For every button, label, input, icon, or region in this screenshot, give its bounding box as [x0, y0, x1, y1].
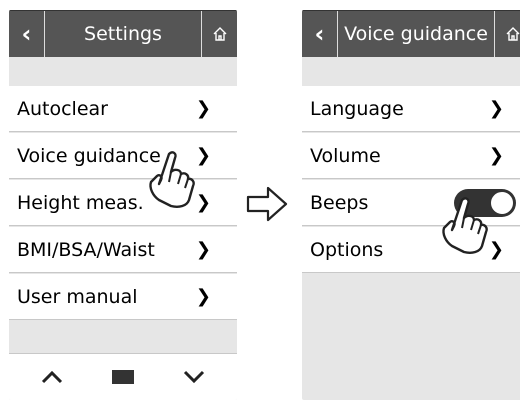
pointing-hand-icon	[442, 197, 488, 254]
menu-item-label: Beeps	[310, 191, 369, 214]
menu-item-height-meas[interactable]: Height meas. ❯	[9, 180, 237, 226]
chevron-down-icon	[184, 370, 205, 384]
chevron-left-icon: ‹	[314, 20, 325, 48]
menu-item-label: BMI/BSA/Waist	[17, 238, 155, 261]
home-button[interactable]	[201, 11, 237, 57]
back-button[interactable]: ‹	[9, 11, 45, 57]
menu-item-label: User manual	[17, 285, 138, 308]
scroll-up-button[interactable]	[27, 357, 77, 397]
menu-item-volume[interactable]: Volume ❯	[302, 133, 520, 179]
chevron-right-icon: ❯	[488, 145, 504, 166]
chevron-right-icon: ❯	[195, 98, 211, 119]
chevron-left-icon: ‹	[21, 20, 32, 48]
menu-item-voice-guidance[interactable]: Voice guidance ❯	[9, 133, 237, 179]
menu-item-language[interactable]: Language ❯	[302, 86, 520, 132]
title-bar: ‹ Settings	[9, 10, 237, 57]
settings-menu: Autoclear ❯ Voice guidance ❯ Height meas…	[9, 86, 237, 321]
chevron-up-icon	[41, 370, 62, 384]
settings-screen: ‹ Settings Autoclear ❯ Voice guidance ❯ …	[9, 10, 237, 400]
home-icon	[213, 27, 226, 41]
arrow-right-icon	[246, 186, 288, 222]
menu-item-autoclear[interactable]: Autoclear ❯	[9, 86, 237, 132]
menu-item-label: Autoclear	[17, 97, 108, 120]
home-button[interactable]	[494, 11, 520, 57]
chevron-right-icon: ❯	[488, 98, 504, 119]
title-bar: ‹ Voice guidance	[302, 10, 520, 57]
menu-item-label: Height meas.	[17, 191, 144, 214]
pagination-bar	[9, 353, 237, 400]
back-button[interactable]: ‹	[302, 11, 338, 57]
home-icon	[506, 27, 519, 41]
page-title: Voice guidance	[344, 23, 488, 45]
chevron-right-icon: ❯	[195, 239, 211, 260]
menu-item-label: Language	[310, 97, 404, 120]
menu-item-label: Voice guidance	[17, 144, 161, 167]
menu-item-label: Options	[310, 238, 384, 261]
menu-item-label: Volume	[310, 144, 381, 167]
page-title: Settings	[84, 23, 162, 45]
menu-item-bmi-bsa-waist[interactable]: BMI/BSA/Waist ❯	[9, 227, 237, 273]
menu-item-user-manual[interactable]: User manual ❯	[9, 274, 237, 320]
pointing-hand-icon	[149, 151, 195, 208]
page-indicator	[111, 370, 134, 384]
chevron-right-icon: ❯	[195, 286, 211, 307]
scroll-down-button[interactable]	[169, 357, 219, 397]
